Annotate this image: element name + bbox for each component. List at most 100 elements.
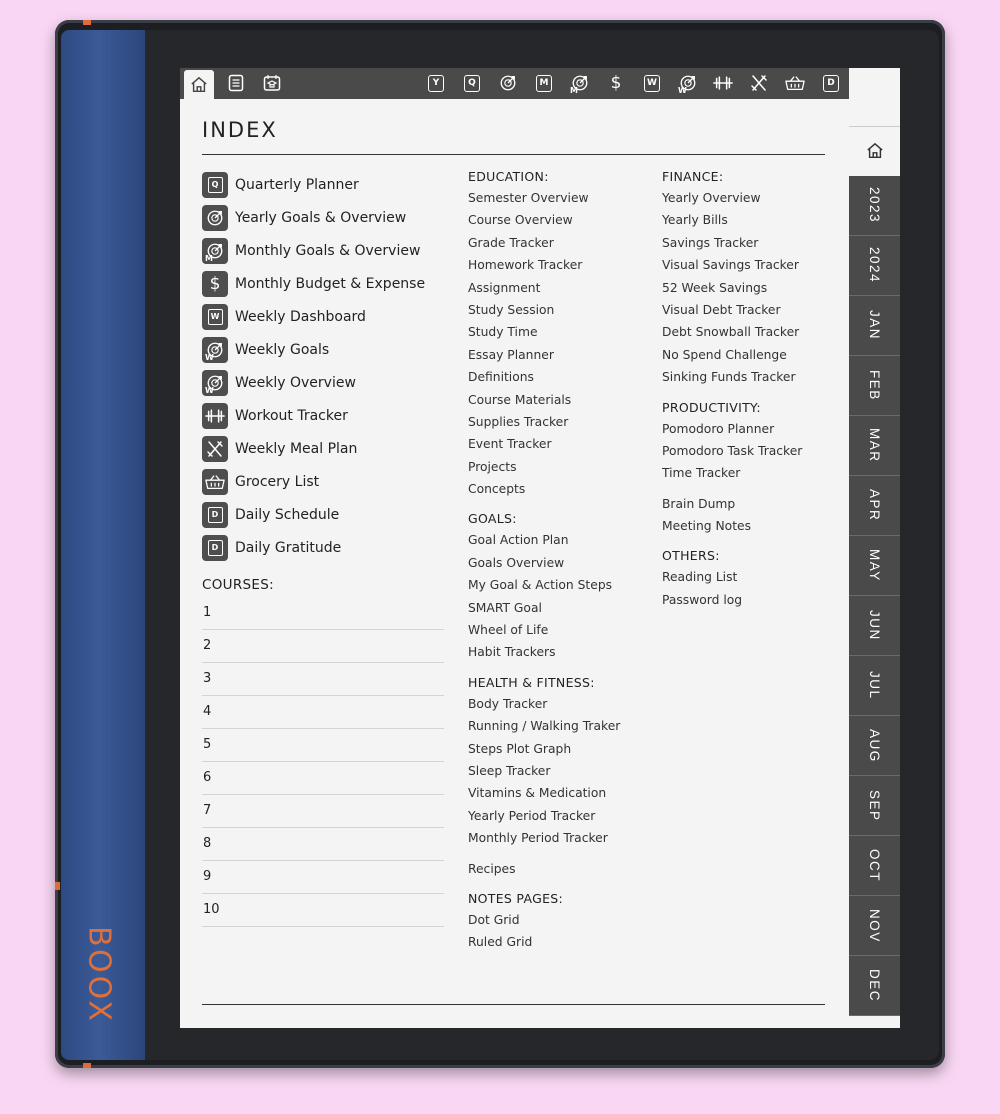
index-link[interactable]: Wheel of Life <box>468 622 648 644</box>
page-title: INDEX <box>202 118 278 142</box>
index-link[interactable]: Pomodoro Planner <box>662 421 842 443</box>
index-link[interactable]: Study Session <box>468 302 648 324</box>
index-link[interactable]: No Spend Challenge <box>662 347 842 369</box>
index-link[interactable]: Monthly Period Tracker <box>468 830 648 852</box>
index-link[interactable]: Debt Snowball Tracker <box>662 324 842 346</box>
nav-item[interactable]: D Daily Gratitude <box>202 531 447 564</box>
index-link[interactable]: 52 Week Savings <box>662 280 842 302</box>
index-link[interactable]: Grade Tracker <box>468 235 648 257</box>
index-link[interactable]: Course Overview <box>468 212 648 234</box>
index-link[interactable]: Supplies Tracker <box>468 414 648 436</box>
index-link[interactable]: Body Tracker <box>468 696 648 718</box>
course-row[interactable]: 9 <box>202 862 444 894</box>
course-row[interactable]: 10 <box>202 895 444 927</box>
nav-item[interactable]: D Daily Schedule <box>202 498 447 531</box>
index-link[interactable]: Pomodoro Task Tracker <box>662 443 842 465</box>
quarterly-icon[interactable]: Q <box>462 73 482 93</box>
side-tab-jul[interactable]: JUL <box>849 656 900 716</box>
grocery-icon[interactable] <box>785 73 805 93</box>
index-link[interactable]: Course Materials <box>468 392 648 414</box>
side-tab-2023[interactable]: 2023 <box>849 176 900 236</box>
index-link[interactable]: Savings Tracker <box>662 235 842 257</box>
workout-icon[interactable] <box>713 73 733 93</box>
index-link[interactable]: Definitions <box>468 369 648 391</box>
side-tab-dec[interactable]: DEC <box>849 956 900 1016</box>
nav-item[interactable]: M Monthly Goals & Overview <box>202 234 447 267</box>
nav-item[interactable]: W Weekly Overview <box>202 366 447 399</box>
side-tab-list: 2023 2024 JAN FEB MAR APR MAY JUN JUL AUG SEP OCT NO… <box>849 176 900 1016</box>
yearly-goals-icon[interactable] <box>498 73 518 93</box>
weekly-icon[interactable]: W <box>642 73 662 93</box>
index-link[interactable]: Recipes <box>468 861 648 883</box>
side-tab-feb[interactable]: FEB <box>849 356 900 416</box>
index-link[interactable]: Sinking Funds Tracker <box>662 369 842 391</box>
nav-item[interactable]: Weekly Meal Plan <box>202 432 447 465</box>
index-link[interactable]: Brain Dump <box>662 496 842 518</box>
index-link[interactable]: Yearly Period Tracker <box>468 808 648 830</box>
index-link[interactable]: Yearly Bills <box>662 212 842 234</box>
side-tab-sep[interactable]: SEP <box>849 776 900 836</box>
index-link[interactable]: Visual Savings Tracker <box>662 257 842 279</box>
side-tab-mar[interactable]: MAR <box>849 416 900 476</box>
course-row[interactable]: 5 <box>202 730 444 762</box>
course-row[interactable]: 3 <box>202 664 444 696</box>
index-link[interactable]: Ruled Grid <box>468 934 648 956</box>
yearly-icon[interactable]: Y <box>426 73 446 93</box>
budget-icon[interactable]: $ <box>606 73 626 93</box>
index-link[interactable]: Sleep Tracker <box>468 763 648 785</box>
daily-icon[interactable]: D <box>821 73 841 93</box>
index-link[interactable]: Projects <box>468 459 648 481</box>
side-tab-oct[interactable]: OCT <box>849 836 900 896</box>
index-link[interactable]: Password log <box>662 592 842 614</box>
course-row[interactable]: 6 <box>202 763 444 795</box>
side-tab-jun[interactable]: JUN <box>849 596 900 656</box>
weekly-goals-icon[interactable]: W <box>678 73 698 95</box>
side-tab-may[interactable]: MAY <box>849 536 900 596</box>
nav-item[interactable]: W Weekly Dashboard <box>202 300 447 333</box>
index-link[interactable]: Meeting Notes <box>662 518 842 540</box>
index-link[interactable]: SMART Goal <box>468 600 648 622</box>
home-icon[interactable] <box>184 70 214 99</box>
index-link[interactable]: Steps Plot Graph <box>468 741 648 763</box>
index-link[interactable]: Dot Grid <box>468 912 648 934</box>
nav-item[interactable]: Q Quarterly Planner <box>202 168 447 201</box>
index-link[interactable]: Assignment <box>468 280 648 302</box>
nav-item[interactable]: W Weekly Goals <box>202 333 447 366</box>
index-link[interactable]: Goal Action Plan <box>468 532 648 554</box>
side-tab-aug[interactable]: AUG <box>849 716 900 776</box>
index-link[interactable]: Study Time <box>468 324 648 346</box>
index-link[interactable]: Visual Debt Tracker <box>662 302 842 324</box>
index-link[interactable]: Running / Walking Traker <box>468 718 648 740</box>
notes-icon[interactable] <box>226 73 246 93</box>
index-link[interactable]: Goals Overview <box>468 555 648 577</box>
index-link[interactable]: Homework Tracker <box>468 257 648 279</box>
index-link[interactable]: Semester Overview <box>468 190 648 212</box>
nav-item[interactable]: Yearly Goals & Overview <box>202 201 447 234</box>
meal-plan-icon[interactable] <box>749 73 769 93</box>
nav-item[interactable]: $ Monthly Budget & Expense <box>202 267 447 300</box>
course-row[interactable]: 7 <box>202 796 444 828</box>
monthly-goals-icon[interactable]: M <box>570 73 590 95</box>
index-link[interactable]: Yearly Overview <box>662 190 842 212</box>
course-row[interactable]: 1 <box>202 598 444 630</box>
index-link[interactable]: Time Tracker <box>662 465 842 487</box>
course-row[interactable]: 4 <box>202 697 444 729</box>
index-link[interactable]: Event Tracker <box>468 436 648 458</box>
index-link[interactable]: Reading List <box>662 569 842 591</box>
side-tab-apr[interactable]: APR <box>849 476 900 536</box>
index-link[interactable]: Vitamins & Medication <box>468 785 648 807</box>
side-tab-nov[interactable]: NOV <box>849 896 900 956</box>
course-row[interactable]: 8 <box>202 829 444 861</box>
nav-item[interactable]: Workout Tracker <box>202 399 447 432</box>
courses-icon[interactable] <box>262 73 282 93</box>
course-row[interactable]: 2 <box>202 631 444 663</box>
index-link[interactable]: My Goal & Action Steps <box>468 577 648 599</box>
index-link[interactable]: Essay Planner <box>468 347 648 369</box>
side-tab-2024[interactable]: 2024 <box>849 236 900 296</box>
nav-item[interactable]: Grocery List <box>202 465 447 498</box>
monthly-icon[interactable]: M <box>534 73 554 93</box>
index-link[interactable]: Concepts <box>468 481 648 503</box>
side-tab-jan[interactable]: JAN <box>849 296 900 356</box>
index-link[interactable]: Habit Trackers <box>468 644 648 666</box>
side-home-button[interactable] <box>849 126 900 175</box>
